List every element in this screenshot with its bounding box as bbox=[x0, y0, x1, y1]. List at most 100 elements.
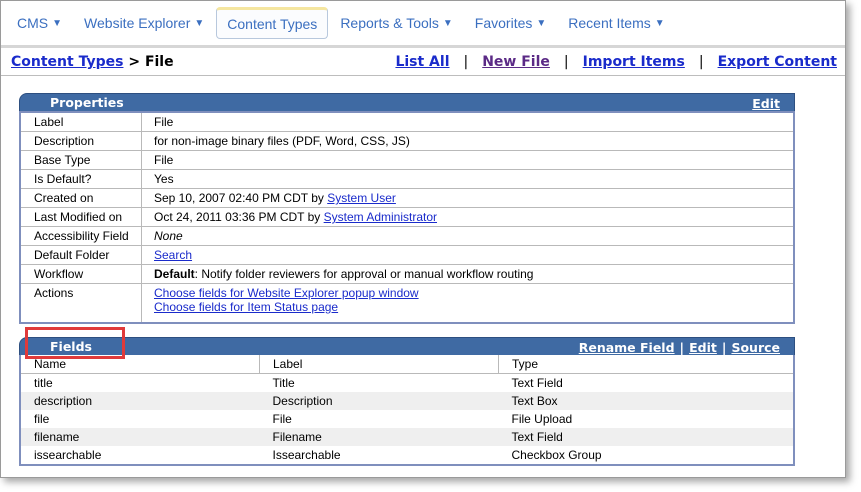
properties-table: Label File Description for non-image bin… bbox=[19, 111, 795, 324]
fields-source-link[interactable]: Source bbox=[731, 340, 780, 355]
prop-row-workflow: Workflow Default: Notify folder reviewer… bbox=[19, 264, 795, 284]
field-type: Text Box bbox=[498, 392, 794, 410]
action-separator: | bbox=[563, 54, 569, 70]
created-on-date: Sep 10, 2007 02:40 PM CDT by bbox=[154, 191, 328, 205]
prop-row-label: Label File bbox=[19, 111, 795, 132]
workflow-description: : Notify folder reviewers for approval o… bbox=[194, 267, 534, 281]
field-name: title bbox=[34, 376, 53, 390]
link-separator: | bbox=[721, 340, 727, 355]
prop-name: Label bbox=[19, 111, 142, 132]
default-folder-search-link[interactable]: Search bbox=[154, 248, 192, 262]
prop-value: Sep 10, 2007 02:40 PM CDT by System User bbox=[141, 188, 795, 208]
field-label: Filename bbox=[259, 428, 499, 446]
column-header-label: Label bbox=[259, 355, 499, 374]
prop-row-last-modified: Last Modified on Oct 24, 2011 03:36 PM C… bbox=[19, 207, 795, 227]
field-type: Checkbox Group bbox=[511, 448, 602, 462]
prop-name: Last Modified on bbox=[19, 207, 142, 227]
choose-fields-status-link[interactable]: Choose fields for Item Status page bbox=[154, 300, 338, 314]
prop-value: Oct 24, 2011 03:36 PM CDT by System Admi… bbox=[141, 207, 795, 227]
menu-content-types-label: Content Types bbox=[227, 16, 318, 32]
created-by-user-link[interactable]: System User bbox=[327, 191, 396, 205]
menu-website-explorer[interactable]: Website Explorer ▼ bbox=[74, 8, 214, 38]
fields-header-row: Name Label Type bbox=[20, 355, 794, 374]
breadcrumb-content-types-link[interactable]: Content Types bbox=[11, 54, 123, 70]
properties-panel: Properties Edit Label File Description f… bbox=[19, 93, 795, 324]
prop-value: Yes bbox=[141, 169, 795, 189]
accessibility-value: None bbox=[154, 229, 183, 243]
prop-row-base-type: Base Type File bbox=[19, 150, 795, 170]
field-name: filename bbox=[20, 428, 260, 446]
breadcrumb: Content Types > File bbox=[11, 54, 174, 70]
fields-panel: Fields Rename Field | Edit | Source Name Lab… bbox=[19, 337, 795, 466]
action-separator: | bbox=[463, 54, 469, 70]
menu-reports-tools-label: Reports & Tools bbox=[340, 15, 439, 31]
link-separator: | bbox=[679, 340, 685, 355]
field-label: Title bbox=[272, 376, 295, 390]
export-content-link[interactable]: Export Content bbox=[718, 54, 837, 70]
breadcrumb-separator: > bbox=[128, 54, 141, 70]
rename-field-link[interactable]: Rename Field bbox=[579, 340, 675, 355]
action-separator: | bbox=[698, 54, 704, 70]
table-row[interactable]: description Description Text Box bbox=[20, 392, 794, 410]
prop-row-description: Description for non-image binary files (… bbox=[19, 131, 795, 151]
prop-value: Choose fields for Website Explorer popup… bbox=[141, 283, 795, 324]
table-row[interactable]: issearchable Issearchable Checkbox Group bbox=[20, 446, 794, 465]
chevron-down-icon: ▼ bbox=[536, 17, 547, 29]
page-actions: List All | New File | Import Items | Export Co… bbox=[395, 54, 837, 70]
menu-recent-items-label: Recent Items bbox=[568, 15, 651, 31]
prop-name: Accessibility Field bbox=[19, 226, 142, 246]
chevron-down-icon: ▼ bbox=[654, 17, 665, 29]
field-type: File Upload bbox=[511, 412, 573, 426]
prop-name: Workflow bbox=[19, 264, 142, 284]
chevron-down-icon: ▼ bbox=[442, 17, 453, 29]
breadcrumb-bar: Content Types > File List All | New File | I… bbox=[1, 48, 845, 76]
menu-reports-tools[interactable]: Reports & Tools ▼ bbox=[330, 8, 462, 38]
menu-favorites[interactable]: Favorites ▼ bbox=[465, 8, 556, 38]
fields-header: Fields Rename Field | Edit | Source bbox=[19, 337, 795, 355]
app-window: CMS ▼ Website Explorer ▼ Content Types R… bbox=[0, 0, 846, 478]
prop-row-created-on: Created on Sep 10, 2007 02:40 PM CDT by … bbox=[19, 188, 795, 208]
table-row[interactable]: filename Filename Text Field bbox=[20, 428, 794, 446]
last-modified-date: Oct 24, 2011 03:36 PM CDT by bbox=[154, 210, 324, 224]
field-name: description bbox=[20, 392, 260, 410]
properties-header: Properties Edit bbox=[19, 93, 795, 111]
table-row[interactable]: file File File Upload bbox=[20, 410, 794, 428]
column-header-type: Type bbox=[498, 355, 794, 374]
prop-row-accessibility: Accessibility Field None bbox=[19, 226, 795, 246]
prop-value: File bbox=[141, 150, 795, 170]
prop-value: Search bbox=[141, 245, 795, 265]
field-label: File bbox=[272, 412, 292, 426]
menu-favorites-label: Favorites bbox=[474, 15, 533, 31]
fields-highlight-annotation bbox=[25, 327, 125, 359]
menu-recent-items[interactable]: Recent Items ▼ bbox=[558, 8, 674, 38]
chevron-down-icon: ▼ bbox=[52, 17, 63, 29]
prop-name: Created on bbox=[19, 188, 142, 208]
menu-cms-label: CMS bbox=[17, 15, 49, 31]
prop-value: None bbox=[141, 226, 795, 246]
fields-header-links: Rename Field | Edit | Source bbox=[579, 340, 780, 355]
prop-name: Is Default? bbox=[19, 169, 142, 189]
field-type: Text Field bbox=[498, 428, 794, 446]
list-all-link[interactable]: List All bbox=[395, 54, 449, 70]
prop-row-is-default: Is Default? Yes bbox=[19, 169, 795, 189]
import-items-link[interactable]: Import Items bbox=[583, 54, 685, 70]
menu-content-types[interactable]: Content Types bbox=[216, 7, 329, 39]
new-file-link[interactable]: New File bbox=[482, 54, 550, 70]
choose-fields-explorer-link[interactable]: Choose fields for Website Explorer popup… bbox=[154, 286, 419, 300]
menu-cms[interactable]: CMS ▼ bbox=[7, 8, 72, 38]
properties-edit-link[interactable]: Edit bbox=[752, 96, 780, 111]
table-row[interactable]: title Title Text Field bbox=[20, 374, 794, 393]
chevron-down-icon: ▼ bbox=[194, 17, 205, 29]
prop-name: Default Folder bbox=[19, 245, 142, 265]
modified-by-user-link[interactable]: System Administrator bbox=[324, 210, 437, 224]
prop-name: Description bbox=[19, 131, 142, 151]
prop-name: Base Type bbox=[19, 150, 142, 170]
prop-row-default-folder: Default Folder Search bbox=[19, 245, 795, 265]
menu-website-explorer-label: Website Explorer bbox=[84, 15, 191, 31]
prop-row-actions: Actions Choose fields for Website Explor… bbox=[19, 283, 795, 324]
fields-edit-link[interactable]: Edit bbox=[689, 340, 717, 355]
prop-value: Default: Notify folder reviewers for app… bbox=[141, 264, 795, 284]
field-label: Description bbox=[259, 392, 499, 410]
prop-name: Actions bbox=[19, 283, 142, 324]
field-label: Issearchable bbox=[272, 448, 341, 462]
